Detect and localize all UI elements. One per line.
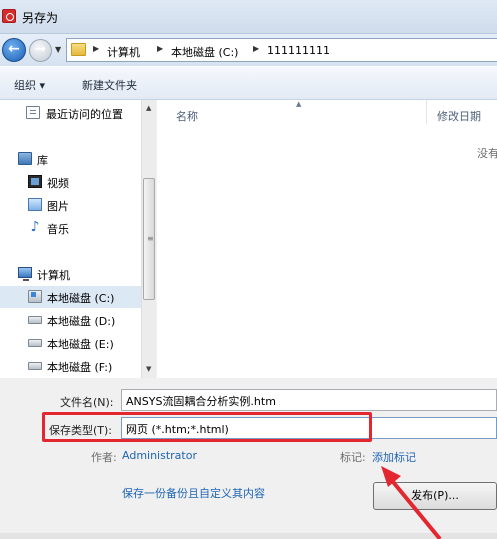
navigation-bar: ← → ▼ ▶ 计算机 ▶ 本地磁盘 (C:) ▶ 111111111 — [0, 34, 497, 66]
sidebar-item-pictures[interactable]: 图片 — [0, 194, 141, 216]
breadcrumb-computer[interactable]: 计算机 — [107, 44, 140, 60]
drive-icon — [28, 362, 42, 370]
sidebar-item-label: 图片 — [47, 200, 69, 213]
scrollbar-thumb[interactable]: ≡ — [143, 178, 155, 300]
folder-icon — [71, 43, 86, 56]
back-arrow-icon[interactable]: ← — [2, 38, 26, 62]
highlight-box — [42, 412, 372, 442]
empty-folder-message: 没有 — [477, 147, 497, 160]
history-dropdown-icon[interactable]: ▼ — [55, 45, 61, 54]
breadcrumb-arrow-icon[interactable]: ▶ — [253, 44, 259, 53]
column-header-name[interactable]: 名称 — [176, 108, 198, 124]
sidebar-item-drive-e[interactable]: 本地磁盘 (E:) — [0, 332, 141, 354]
sidebar-scrollbar[interactable]: ▲ ≡ ▼ — [141, 100, 156, 378]
sidebar-item-label: 最近访问的位置 — [46, 108, 123, 121]
scroll-down-arrow-icon[interactable]: ▼ — [146, 365, 151, 373]
computer-icon — [18, 267, 32, 281]
dialog-bottom-edge — [0, 533, 497, 539]
sidebar-item-label: 视频 — [47, 177, 69, 190]
picture-icon — [28, 198, 42, 211]
sidebar-item-video[interactable]: 视频 — [0, 171, 141, 193]
address-bar[interactable]: ▶ 计算机 ▶ 本地磁盘 (C:) ▶ 111111111 — [66, 38, 497, 62]
system-drive-icon — [28, 290, 42, 303]
grip-icon: ≡ — [147, 234, 154, 243]
organize-button[interactable]: 组织 ▾ — [14, 77, 45, 93]
breadcrumb-local-disk-c[interactable]: 本地磁盘 (C:) — [171, 44, 238, 60]
breadcrumb-arrow-icon[interactable]: ▶ — [157, 44, 163, 53]
forward-arrow-icon[interactable]: → — [29, 39, 52, 62]
sort-caret-icon: ▲ — [296, 100, 302, 108]
sidebar-item-music[interactable]: ♪ 音乐 — [0, 217, 141, 239]
filename-label: 文件名(N): — [60, 396, 114, 409]
author-label: 作者: — [91, 451, 117, 464]
title-bar: 另存为 — [0, 0, 497, 34]
sidebar-item-label: 音乐 — [47, 223, 69, 236]
scroll-up-arrow-icon[interactable]: ▲ — [146, 104, 151, 112]
recent-places-icon — [26, 106, 40, 119]
sidebar-item-label: 本地磁盘 (E:) — [47, 338, 114, 351]
sidebar-item-label: 本地磁盘 (C:) — [47, 292, 115, 305]
column-divider[interactable] — [426, 100, 427, 124]
sidebar-item-library[interactable]: 库 — [0, 148, 141, 170]
add-tag-link[interactable]: 添加标记 — [372, 449, 416, 465]
sidebar-item-drive-c[interactable]: 本地磁盘 (C:) — [0, 286, 141, 308]
sidebar-item-label: 本地磁盘 (F:) — [47, 361, 113, 374]
breadcrumb-folder[interactable]: 111111111 — [267, 44, 330, 57]
author-value[interactable]: Administrator — [122, 449, 197, 462]
publish-button[interactable]: 发布(P)... — [373, 482, 497, 510]
sidebar-item-recent[interactable]: 最近访问的位置 — [0, 102, 141, 124]
sidebar-item-label: 库 — [37, 154, 48, 167]
sidebar-item-label: 本地磁盘 (D:) — [47, 315, 116, 328]
drive-icon — [28, 316, 42, 324]
breadcrumb-arrow-icon[interactable]: ▶ — [93, 44, 99, 53]
app-icon — [2, 9, 16, 23]
file-list[interactable]: ▲ 名称 修改日期 没有 — [157, 100, 497, 378]
navigation-pane: 最近访问的位置 库 视频 图片 ♪ 音乐 计算机 本地磁盘 (C:) 本地磁盘 … — [0, 100, 156, 378]
sidebar-item-drive-f[interactable]: 本地磁盘 (F:) — [0, 355, 141, 377]
column-header-modified[interactable]: 修改日期 — [437, 108, 481, 124]
sidebar-item-drive-d[interactable]: 本地磁盘 (D:) — [0, 309, 141, 331]
tags-label: 标记: — [340, 451, 366, 464]
video-icon — [28, 175, 42, 188]
new-folder-button[interactable]: 新建文件夹 — [82, 77, 137, 93]
library-icon — [18, 152, 32, 165]
save-backup-link[interactable]: 保存一份备份且自定义其内容 — [122, 485, 265, 501]
sidebar-item-label: 计算机 — [37, 269, 70, 282]
window-title: 另存为 — [22, 11, 59, 25]
sidebar-item-computer[interactable]: 计算机 — [0, 263, 141, 285]
command-toolbar: 组织 ▾ 新建文件夹 — [0, 66, 497, 100]
drive-icon — [28, 339, 42, 347]
filename-input[interactable]: ANSYS流固耦合分析实例.htm — [121, 389, 497, 411]
music-note-icon: ♪ — [30, 219, 40, 235]
